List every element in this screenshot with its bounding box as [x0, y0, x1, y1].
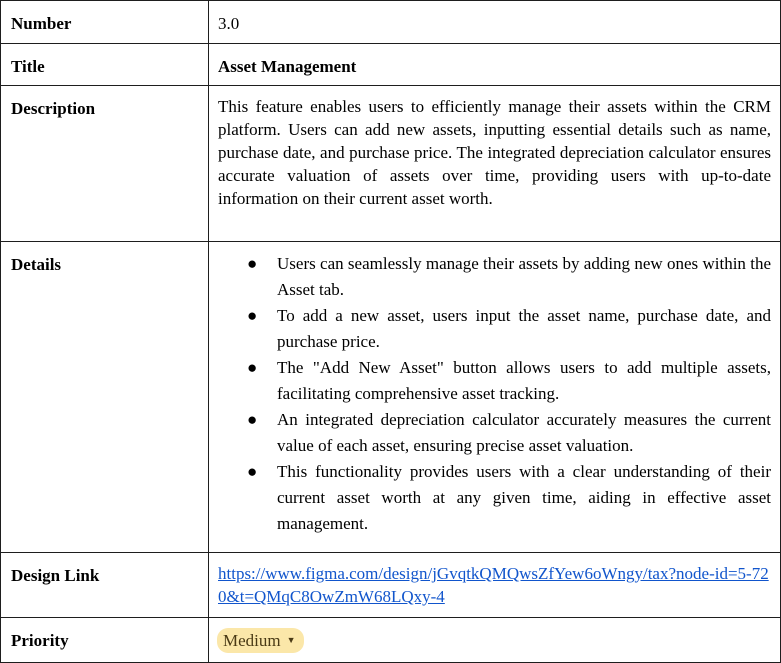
details-item-text: An integrated depreciation calculator ac… [277, 410, 771, 455]
number-label: Number [0, 0, 209, 44]
details-cell: ● Users can seamlessly manage their asset… [208, 241, 781, 553]
bullet-icon: ● [247, 358, 258, 377]
bullet-icon: ● [247, 410, 258, 429]
details-label: Details [0, 241, 209, 553]
bullet-icon: ● [247, 254, 258, 273]
bullet-icon: ● [247, 306, 258, 325]
priority-value: Medium [223, 631, 281, 650]
details-list: ● Users can seamlessly manage their asset… [218, 251, 771, 537]
row-priority: Priority Medium ▼ [0, 617, 781, 663]
priority-label: Priority [0, 617, 209, 663]
title-value: Asset Management [208, 43, 781, 86]
feature-spec-table: Number 3.0 Title Asset Management Descri… [0, 0, 781, 663]
number-value: 3.0 [208, 0, 781, 44]
row-details: Details ● Users can seamlessly manage the… [0, 241, 781, 553]
details-item-text: The "Add New Asset" button allows users … [277, 358, 771, 403]
design-link-cell: https://www.figma.com/design/jGvqtkQMQws… [208, 552, 781, 618]
row-title: Title Asset Management [0, 43, 781, 86]
priority-cell: Medium ▼ [208, 617, 781, 663]
details-list-item: ● An integrated depreciation calculator a… [247, 407, 771, 459]
design-link-label: Design Link [0, 552, 209, 618]
description-label: Description [0, 85, 209, 242]
design-link[interactable]: https://www.figma.com/design/jGvqtkQMQws… [218, 562, 771, 608]
title-label: Title [0, 43, 209, 86]
details-list-item: ● To add a new asset, users input the ass… [247, 303, 771, 355]
bullet-icon: ● [247, 462, 258, 481]
row-description: Description This feature enables users t… [0, 85, 781, 242]
details-item-text: This functionality provides users with a… [277, 462, 771, 533]
details-list-item: ● The "Add New Asset" button allows users… [247, 355, 771, 407]
priority-dropdown-chip[interactable]: Medium ▼ [217, 628, 304, 653]
description-cell: This feature enables users to efficientl… [208, 85, 781, 242]
row-number: Number 3.0 [0, 0, 781, 44]
details-item-text: To add a new asset, users input the asse… [277, 306, 771, 351]
details-list-item: ● Users can seamlessly manage their asset… [247, 251, 771, 303]
description-text: This feature enables users to efficientl… [218, 97, 771, 208]
details-item-text: Users can seamlessly manage their assets… [277, 254, 771, 299]
row-design-link: Design Link https://www.figma.com/design… [0, 552, 781, 618]
chevron-down-icon: ▼ [286, 634, 296, 645]
details-list-item: ● This functionality provides users with … [247, 459, 771, 537]
